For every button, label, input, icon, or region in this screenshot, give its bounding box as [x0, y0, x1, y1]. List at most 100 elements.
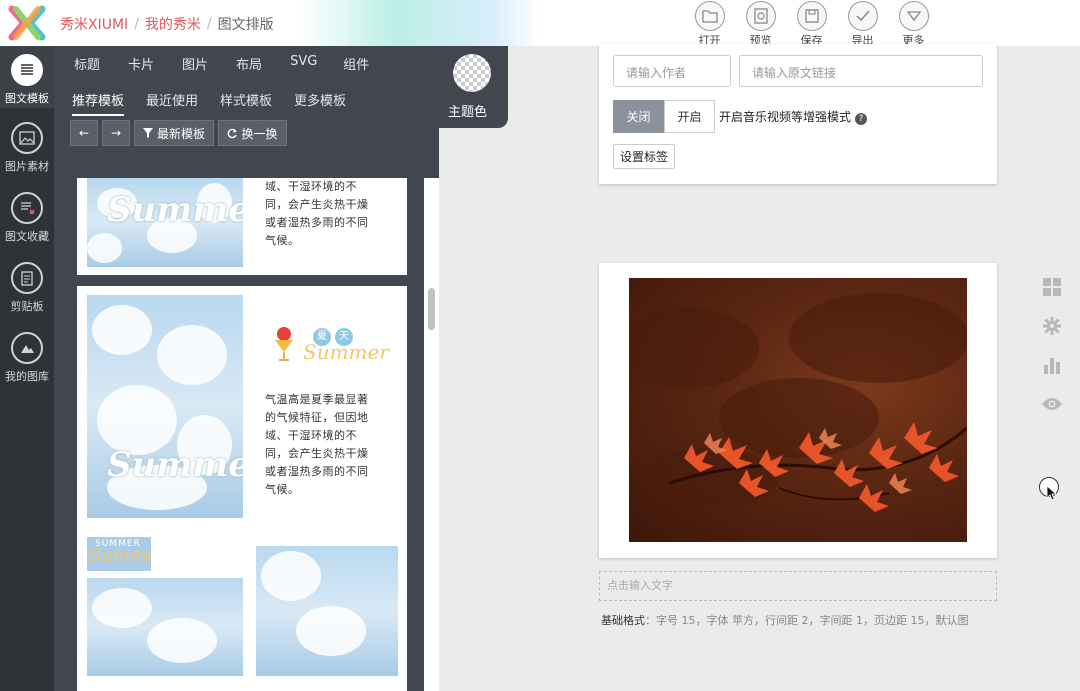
author-input[interactable]: 请输入作者 — [613, 55, 731, 87]
more-button[interactable]: 更多 — [888, 0, 939, 48]
summer-title-graphic: 夏 天 Summer — [273, 326, 389, 366]
maple-photo[interactable] — [629, 278, 967, 542]
rail-label: 剪贴板 — [10, 300, 44, 313]
blossom-image — [256, 546, 398, 676]
rail-label: 图片素材 — [5, 160, 49, 173]
tab-layout[interactable]: 布局 — [236, 54, 262, 73]
rail-item-templates[interactable]: 图文模板 — [0, 46, 54, 108]
eye-icon[interactable] — [1041, 393, 1063, 415]
breadcrumb-separator: / — [206, 16, 212, 32]
summer-script: Summer — [107, 445, 243, 485]
image-block[interactable] — [599, 263, 997, 558]
blossom-image: Summer — [87, 295, 243, 518]
save-button[interactable]: 保存 — [786, 0, 837, 48]
right-tools — [1041, 276, 1063, 432]
tab-card[interactable]: 卡片 — [128, 54, 154, 73]
check-icon — [847, 1, 878, 31]
template-paragraph: 气温高是夏季最显著 的气候特征，但因地 域、干湿环境的不 同，会产生炎热干燥 或… — [265, 393, 369, 496]
image-icon — [11, 122, 43, 154]
rail-item-clipboard[interactable]: 剪贴板 — [0, 262, 54, 314]
left-rail: 图文模板 图片素材 图文收藏 剪贴板 我的图库 — [0, 46, 54, 691]
caption-input[interactable]: 点击输入文字 — [599, 571, 997, 601]
enhanced-mode-label: 开启音乐视频等增强模式? — [719, 108, 868, 125]
toggle-off-button[interactable]: 关闭 — [613, 100, 664, 133]
tab-title[interactable]: 标题 — [74, 54, 100, 73]
newest-label: 最新模板 — [156, 126, 205, 141]
chevron-down-icon — [898, 1, 929, 31]
rail-label: 我的图库 — [5, 370, 49, 383]
export-button[interactable]: 导出 — [837, 0, 888, 48]
set-tags-button[interactable]: 设置标签 — [613, 144, 676, 169]
open-button[interactable]: 打开 — [684, 0, 735, 48]
xiumi-logo[interactable] — [8, 5, 46, 41]
folder-icon — [694, 1, 725, 31]
subtab-recent[interactable]: 最近使用 — [146, 90, 198, 116]
summer-script: Summer — [107, 190, 243, 230]
preview-button[interactable]: 预览 — [735, 0, 786, 48]
bar-chart-icon[interactable] — [1041, 354, 1063, 376]
rail-item-images[interactable]: 图片素材 — [0, 122, 54, 174]
base-format-label: 基础格式 — [601, 614, 645, 627]
save-icon — [796, 1, 827, 31]
next-button[interactable]: → — [102, 120, 130, 146]
article-settings: 请输入作者 请输入原文链接 关闭 开启 开启音乐视频等增强模式? 设置标签 — [599, 44, 997, 184]
subtab-more[interactable]: 更多模板 — [294, 90, 346, 116]
refresh-label: 换一换 — [241, 126, 278, 141]
transparent-swatch-icon — [453, 54, 491, 92]
summer-label-image: SUMMER Summer — [87, 537, 151, 571]
template-actions: ← → 最新模板 换一换 — [70, 120, 291, 146]
base-format-info: 基础格式：字号 15，字体 苹方，行间距 2，字间距 1，页边距 15，默认图 — [601, 614, 969, 627]
subtab-recommended[interactable]: 推荐模板 — [72, 90, 125, 116]
theme-color-label: 主题色 — [448, 105, 488, 120]
prev-button[interactable]: ← — [70, 120, 98, 146]
newest-templates-button[interactable]: 最新模板 — [134, 120, 214, 146]
header-decoration — [300, 0, 540, 46]
rail-item-favorites[interactable]: 图文收藏 — [0, 192, 54, 244]
subtab-style[interactable]: 样式模板 — [220, 90, 272, 116]
theme-color-button[interactable]: 主题色 — [384, 46, 508, 128]
scrollbar-thumb[interactable] — [428, 288, 435, 330]
enhanced-mode-toggle: 关闭 开启 — [613, 100, 715, 133]
ice-cream-icon — [275, 327, 293, 361]
arrow-left-icon: ← — [78, 126, 90, 140]
breadcrumb: 秀米XIUMI / 我的秀米 / 图文排版 — [60, 14, 274, 34]
blossom-image: Summer — [87, 178, 243, 267]
maple-leaves-illustration — [629, 293, 967, 512]
filter-icon — [142, 128, 153, 138]
tab-components[interactable]: 组件 — [343, 54, 369, 73]
arrow-right-icon: → — [110, 126, 122, 140]
refresh-button[interactable]: 换一换 — [218, 120, 287, 146]
top-bar: 秀米XIUMI / 我的秀米 / 图文排版 打开 预览 保存 导出 更多 — [0, 0, 1080, 48]
tab-svg[interactable]: SVG — [290, 54, 317, 73]
source-link-input[interactable]: 请输入原文链接 — [739, 55, 983, 87]
category-tabs: 标题 卡片 图片 布局 SVG 组件 热门 — [54, 54, 423, 73]
list-icon — [11, 54, 43, 86]
template-card[interactable]: Summer 域、干湿环境的不 同，会产生炎热干燥 或者湿热多雨的不同 气候。 — [77, 178, 407, 275]
bookmark-list-icon — [11, 192, 43, 224]
rail-item-gallery[interactable]: 我的图库 — [0, 332, 54, 384]
template-paragraph: 域、干湿环境的不 同，会产生炎热干燥 或者湿热多雨的不同 气候。 — [265, 180, 369, 247]
gear-icon[interactable] — [1041, 315, 1063, 337]
template-panel: 标题 卡片 图片 布局 SVG 组件 热门 推荐模板 最近使用 样式模板 更多模… — [54, 46, 439, 691]
subtabs: 推荐模板 最近使用 样式模板 更多模板 — [54, 90, 404, 116]
clipboard-icon — [11, 262, 43, 294]
grid-icon[interactable] — [1041, 276, 1063, 298]
toggle-on-button[interactable]: 开启 — [664, 100, 715, 133]
help-icon[interactable]: ? — [855, 113, 868, 125]
breadcrumb-my-xiumi[interactable]: 我的秀米 — [145, 14, 201, 34]
rail-label: 图文收藏 — [5, 230, 49, 243]
template-card[interactable]: Summer 夏 天 Summer 气温高是夏季最显著 的气候特征，但因地 域、… — [77, 286, 407, 691]
base-format-value: 字号 15，字体 苹方，行间距 2，字间距 1，页边距 15，默认图 — [656, 614, 969, 627]
breadcrumb-current: 图文排版 — [217, 17, 274, 33]
summer-script: Summer — [89, 545, 151, 566]
tab-image[interactable]: 图片 — [182, 54, 208, 73]
refresh-icon — [228, 128, 238, 138]
panel-scrollbar[interactable] — [424, 178, 439, 691]
template-list: Summer 域、干湿环境的不 同，会产生炎热干燥 或者湿热多雨的不同 气候。 … — [77, 178, 407, 691]
breadcrumb-separator: / — [134, 16, 139, 32]
preview-icon — [745, 1, 776, 31]
gallery-icon — [11, 332, 43, 364]
rail-label: 图文模板 — [5, 92, 49, 105]
toolbar: 打开 预览 保存 导出 更多 — [684, 0, 939, 48]
breadcrumb-home[interactable]: 秀米XIUMI — [60, 14, 128, 34]
